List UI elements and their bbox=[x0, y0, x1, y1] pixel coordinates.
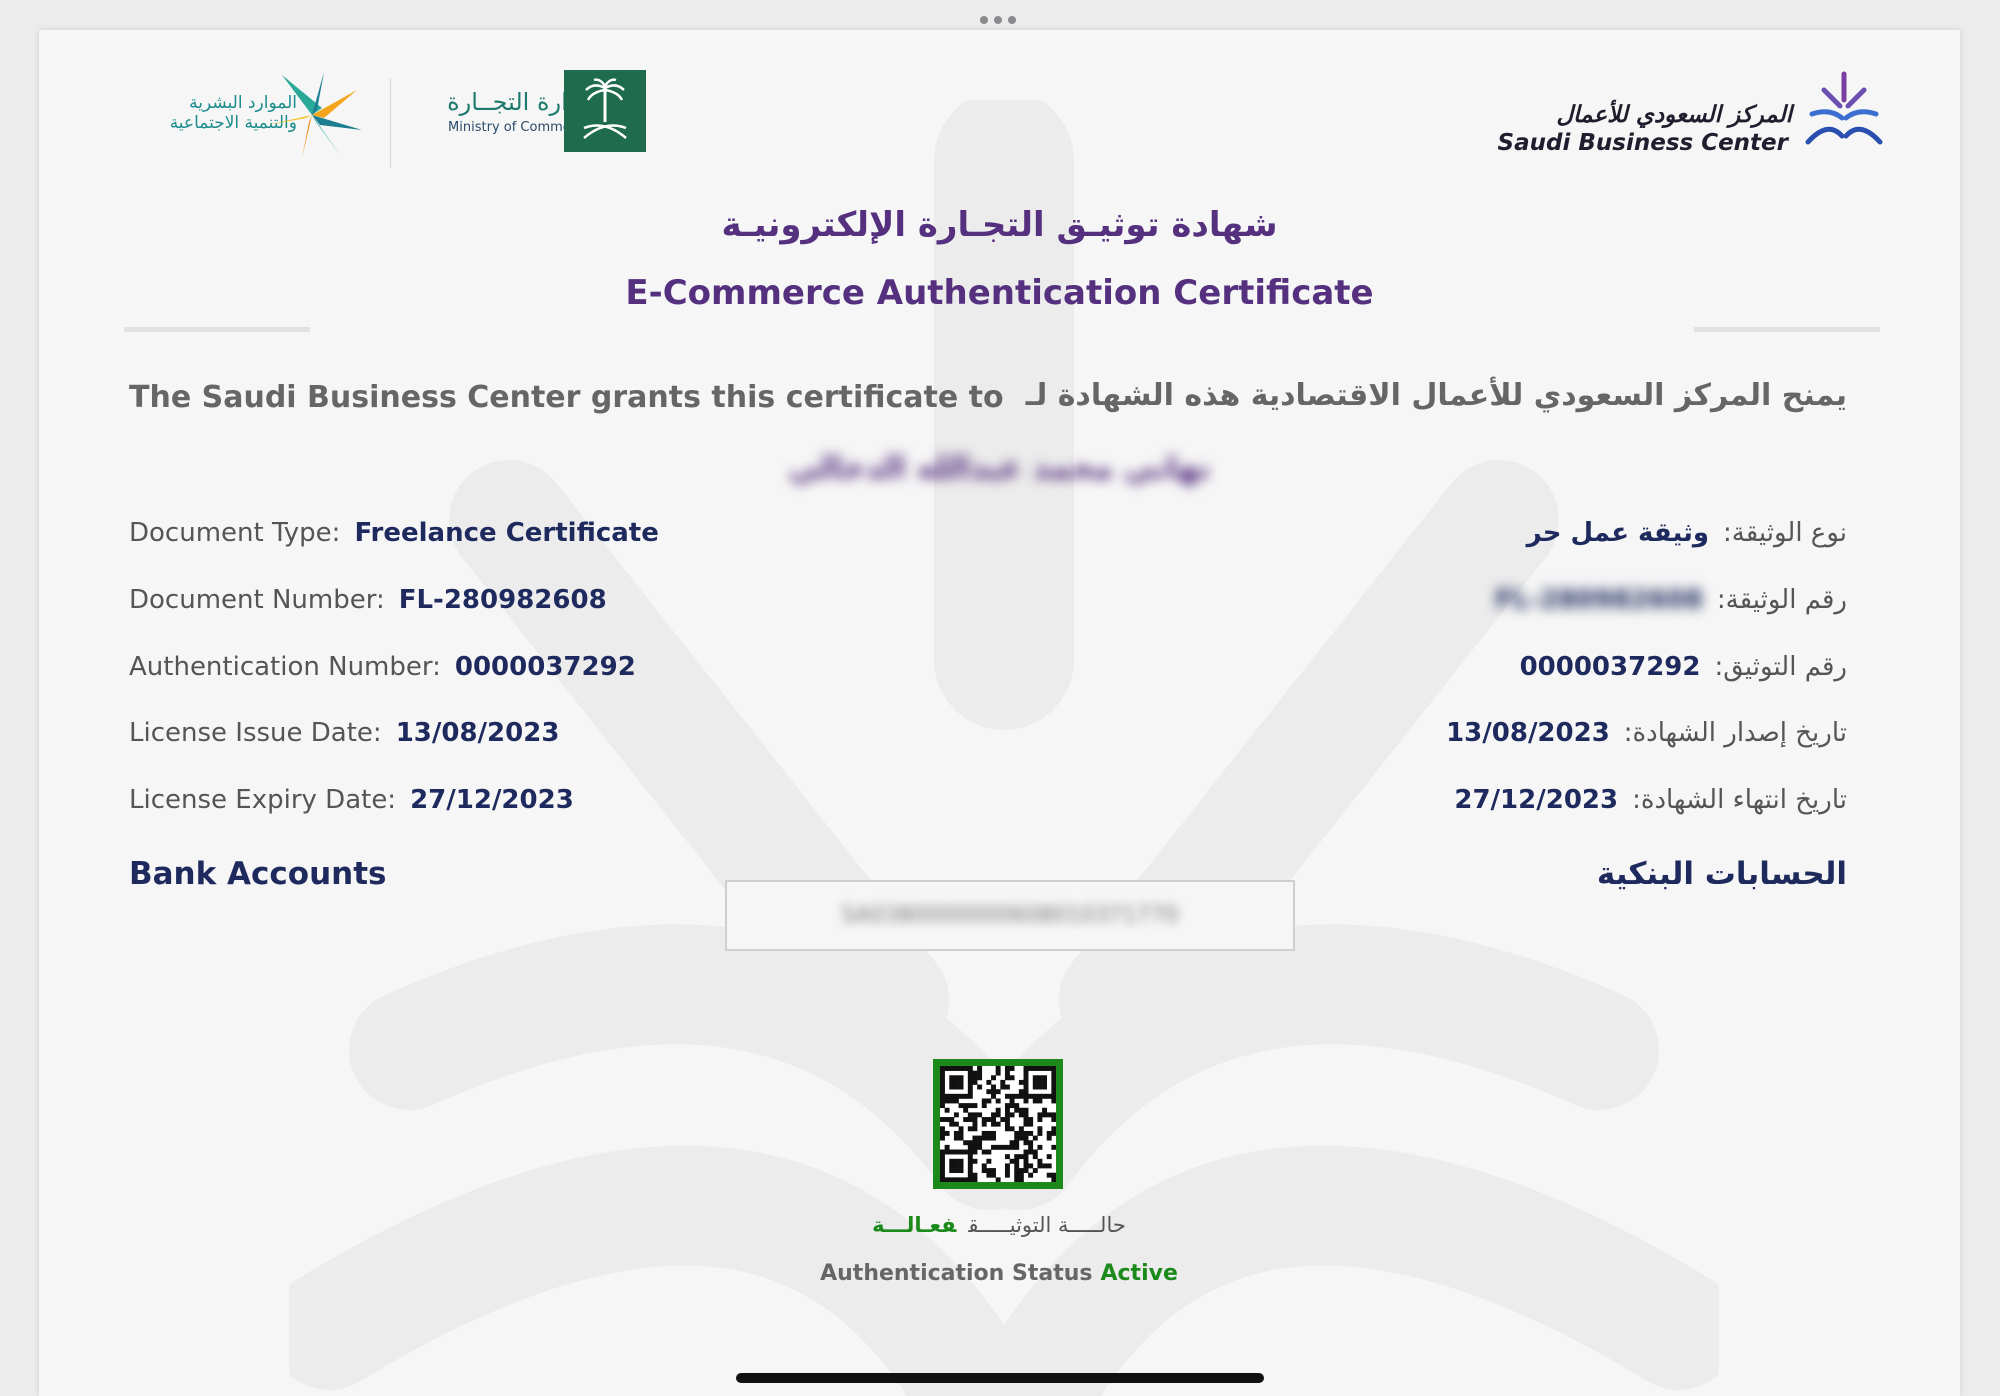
field-label: تاريخ إصدار الشهادة: bbox=[1623, 718, 1847, 748]
status-label-en: Authentication Status bbox=[820, 1261, 1093, 1286]
grant-statement-ar: يمنح المركز السعودي للأعمال الاقتصادية ه… bbox=[1025, 378, 1847, 413]
dot bbox=[994, 16, 1002, 24]
field-value: وثيقة عمل حر bbox=[1526, 518, 1710, 548]
saudi-emblem-icon bbox=[564, 70, 646, 152]
field-label: Document Type: bbox=[129, 518, 341, 548]
authentication-number-row-ar: رقم التوثيق: 0000037292 bbox=[1520, 652, 1847, 682]
logo-divider bbox=[390, 78, 391, 168]
field-label: Document Number: bbox=[129, 585, 385, 615]
field-value: 0000037292 bbox=[1519, 652, 1701, 682]
field-value: FL-280982608 bbox=[1494, 585, 1703, 615]
field-label: رقم الوثيقة: bbox=[1716, 585, 1847, 615]
certificate-holder-name: نهاني محمد عبدالله الدخالي bbox=[788, 450, 1211, 486]
field-label: Authentication Number: bbox=[129, 652, 441, 682]
qr-code[interactable] bbox=[933, 1059, 1063, 1189]
field-label: License Expiry Date: bbox=[129, 785, 397, 815]
field-label: رقم التوثيق: bbox=[1714, 652, 1847, 682]
field-value: Freelance Certificate bbox=[354, 518, 659, 548]
dot bbox=[980, 16, 988, 24]
hr-ministry-logo-icon bbox=[267, 72, 362, 158]
certificate-title-en: E-Commerce Authentication Certificate bbox=[625, 273, 1374, 313]
iban-box: SA0380000000608010371770 bbox=[725, 880, 1295, 951]
field-value: 27/12/2023 bbox=[1454, 785, 1619, 815]
field-label: License Issue Date: bbox=[129, 718, 382, 748]
grant-statement-en: The Saudi Business Center grants this ce… bbox=[129, 380, 1004, 415]
sbc-name-en: Saudi Business Center bbox=[1497, 130, 1788, 156]
document-number-row-en: Document Number: FL-280982608 bbox=[129, 585, 607, 615]
issue-date-row-ar: تاريخ إصدار الشهادة: 13/08/2023 bbox=[1446, 718, 1847, 748]
certificate-title-ar: شهادة توثيـق التجـارة الإلكترونيـة bbox=[721, 205, 1278, 245]
status-label-ar: حالـــــة التوثيـــــق bbox=[968, 1213, 1126, 1237]
bank-accounts-heading-ar: الحسابات البنكية bbox=[1596, 856, 1847, 892]
document-type-row-ar: نوع الوثيقة: وثيقة عمل حر bbox=[1527, 518, 1847, 548]
bank-accounts-heading-en: Bank Accounts bbox=[129, 856, 387, 892]
dot bbox=[1008, 16, 1016, 24]
field-value: 27/12/2023 bbox=[410, 785, 574, 815]
authentication-status-en: Authentication Status Active bbox=[739, 1261, 1259, 1286]
field-label: نوع الوثيقة: bbox=[1723, 518, 1847, 548]
certificate-page: الموارد البشرية والتنمية الاجتماعية وزار… bbox=[39, 30, 1960, 1396]
field-value: 13/08/2023 bbox=[1446, 718, 1610, 748]
field-value: FL-280982608 bbox=[398, 585, 607, 615]
home-indicator[interactable] bbox=[736, 1373, 1264, 1383]
qr-code-pattern bbox=[940, 1066, 1057, 1183]
iban-value: SA0380000000608010371770 bbox=[841, 903, 1179, 928]
title-rule-right bbox=[1694, 327, 1880, 332]
issue-date-row-en: License Issue Date: 13/08/2023 bbox=[129, 718, 559, 748]
qr-code-inner bbox=[940, 1066, 1057, 1183]
status-value-en: Active bbox=[1100, 1261, 1178, 1286]
sbc-logo-icon bbox=[1805, 71, 1883, 145]
document-type-row-en: Document Type: Freelance Certificate bbox=[129, 518, 659, 548]
window-grabber-dots[interactable] bbox=[980, 14, 1020, 24]
field-value: 0000037292 bbox=[454, 652, 636, 682]
title-rule-left bbox=[124, 327, 310, 332]
authentication-number-row-en: Authentication Number: 0000037292 bbox=[129, 652, 636, 682]
expiry-date-row-ar: تاريخ انتهاء الشهادة: 27/12/2023 bbox=[1454, 785, 1847, 815]
authentication-status-ar: حالـــــة التوثيـــــق فعـالـــة bbox=[739, 1213, 1259, 1237]
document-number-row-ar: رقم الوثيقة: FL-280982608 bbox=[1495, 585, 1847, 615]
field-value: 13/08/2023 bbox=[395, 718, 560, 748]
field-label: تاريخ انتهاء الشهادة: bbox=[1632, 785, 1847, 815]
status-value-ar: فعـالـــة bbox=[872, 1213, 957, 1237]
expiry-date-row-en: License Expiry Date: 27/12/2023 bbox=[129, 785, 574, 815]
sbc-name-ar: المركز السعودي للأعمال bbox=[1556, 102, 1792, 128]
